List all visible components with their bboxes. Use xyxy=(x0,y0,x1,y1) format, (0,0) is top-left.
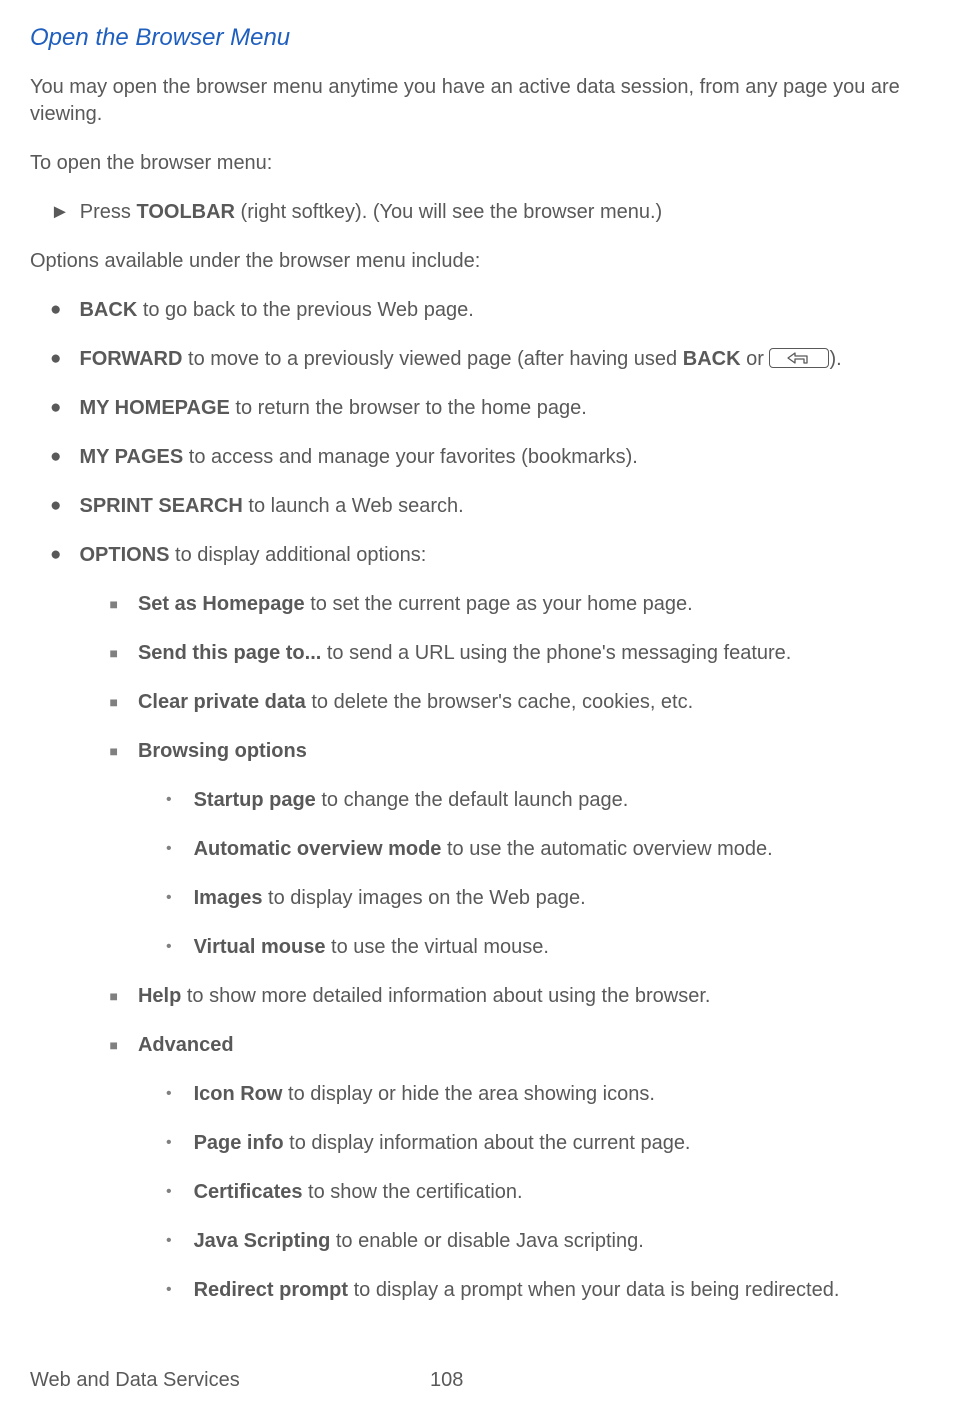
dash-item-certs: • Certificates to show the certification… xyxy=(166,1179,938,1206)
bullet-marker-icon: ● xyxy=(50,542,61,1304)
arrow-list-item: ► Press TOOLBAR (right softkey). (You wi… xyxy=(50,199,938,226)
bullet-marker-icon: ● xyxy=(50,297,61,324)
bullet-item-options: ● OPTIONS to display additional options:… xyxy=(50,542,938,1304)
intro-paragraph: You may open the browser menu anytime yo… xyxy=(30,74,938,128)
bullet-item-homepage: ● MY HOMEPAGE to return the browser to t… xyxy=(50,395,938,422)
dash-marker-icon: • xyxy=(166,1130,172,1157)
bullet-marker-icon: ● xyxy=(50,493,61,520)
square-marker-icon: ■ xyxy=(109,738,117,961)
bullet-marker-icon: ● xyxy=(50,444,61,471)
dash-text: Java Scripting to enable or disable Java… xyxy=(194,1228,644,1255)
back-key-icon xyxy=(769,348,829,368)
bullet-text: SPRINT SEARCH to launch a Web search. xyxy=(79,493,938,520)
square-text: Set as Homepage to set the current page … xyxy=(138,591,938,618)
dash-text: Icon Row to display or hide the area sho… xyxy=(194,1081,655,1108)
square-marker-icon: ■ xyxy=(109,689,117,716)
dash-item-startup: • Startup page to change the default lau… xyxy=(166,787,938,814)
dash-marker-icon: • xyxy=(166,1228,172,1255)
square-item-send: ■ Send this page to... to send a URL usi… xyxy=(109,640,938,667)
dash-item-iconrow: • Icon Row to display or hide the area s… xyxy=(166,1081,938,1108)
bullet-text: OPTIONS to display additional options: xyxy=(79,542,938,569)
square-item-help: ■ Help to show more detailed information… xyxy=(109,983,938,1010)
arrow-marker-icon: ► xyxy=(50,199,70,226)
square-marker-icon: ■ xyxy=(109,591,117,618)
square-marker-icon: ■ xyxy=(109,640,117,667)
bullet-text: BACK to go back to the previous Web page… xyxy=(79,297,938,324)
options-prompt: Options available under the browser menu… xyxy=(30,248,938,275)
dash-text: Automatic overview mode to use the autom… xyxy=(194,836,773,863)
dash-marker-icon: • xyxy=(166,885,172,912)
square-item-sethome: ■ Set as Homepage to set the current pag… xyxy=(109,591,938,618)
dash-marker-icon: • xyxy=(166,934,172,961)
open-prompt: To open the browser menu: xyxy=(30,150,938,177)
bullet-item-mypages: ● MY PAGES to access and manage your fav… xyxy=(50,444,938,471)
dash-item-overview: • Automatic overview mode to use the aut… xyxy=(166,836,938,863)
bullet-text: FORWARD to move to a previously viewed p… xyxy=(79,346,938,373)
dash-text: Certificates to show the certification. xyxy=(194,1179,523,1206)
bullet-text: MY PAGES to access and manage your favor… xyxy=(79,444,938,471)
bullet-item-forward: ● FORWARD to move to a previously viewed… xyxy=(50,346,938,373)
footer-section: Web and Data Services xyxy=(30,1367,430,1394)
square-marker-icon: ■ xyxy=(109,983,117,1010)
footer-page-number: 108 xyxy=(430,1367,463,1394)
square-text: Advanced xyxy=(138,1032,938,1059)
dash-item-redirect: • Redirect prompt to display a prompt wh… xyxy=(166,1277,938,1304)
dash-text: Virtual mouse to use the virtual mouse. xyxy=(194,934,549,961)
dash-marker-icon: • xyxy=(166,836,172,863)
dash-item-js: • Java Scripting to enable or disable Ja… xyxy=(166,1228,938,1255)
square-text: Help to show more detailed information a… xyxy=(138,983,938,1010)
dash-text: Redirect prompt to display a prompt when… xyxy=(194,1277,840,1304)
dash-item-vmouse: • Virtual mouse to use the virtual mouse… xyxy=(166,934,938,961)
square-text: Clear private data to delete the browser… xyxy=(138,689,938,716)
section-heading: Open the Browser Menu xyxy=(30,22,938,54)
dash-item-images: • Images to display images on the Web pa… xyxy=(166,885,938,912)
dash-marker-icon: • xyxy=(166,1277,172,1304)
dash-marker-icon: • xyxy=(166,1179,172,1206)
bullet-item-back: ● BACK to go back to the previous Web pa… xyxy=(50,297,938,324)
bullet-item-search: ● SPRINT SEARCH to launch a Web search. xyxy=(50,493,938,520)
dash-marker-icon: • xyxy=(166,787,172,814)
dash-text: Page info to display information about t… xyxy=(194,1130,691,1157)
square-text: Send this page to... to send a URL using… xyxy=(138,640,938,667)
dash-text: Images to display images on the Web page… xyxy=(194,885,586,912)
dash-marker-icon: • xyxy=(166,1081,172,1108)
bullet-text: MY HOMEPAGE to return the browser to the… xyxy=(79,395,938,422)
bullet-marker-icon: ● xyxy=(50,395,61,422)
square-item-advanced: ■ Advanced • Icon Row to display or hide… xyxy=(109,1032,938,1304)
square-item-browsing: ■ Browsing options • Startup page to cha… xyxy=(109,738,938,961)
bullet-marker-icon: ● xyxy=(50,346,61,373)
dash-item-pageinfo: • Page info to display information about… xyxy=(166,1130,938,1157)
dash-text: Startup page to change the default launc… xyxy=(194,787,629,814)
arrow-item-text: Press TOOLBAR (right softkey). (You will… xyxy=(80,199,662,226)
page-footer: Web and Data Services 108 xyxy=(30,1367,926,1394)
square-marker-icon: ■ xyxy=(109,1032,117,1304)
square-text: Browsing options xyxy=(138,738,938,765)
square-item-clear: ■ Clear private data to delete the brows… xyxy=(109,689,938,716)
